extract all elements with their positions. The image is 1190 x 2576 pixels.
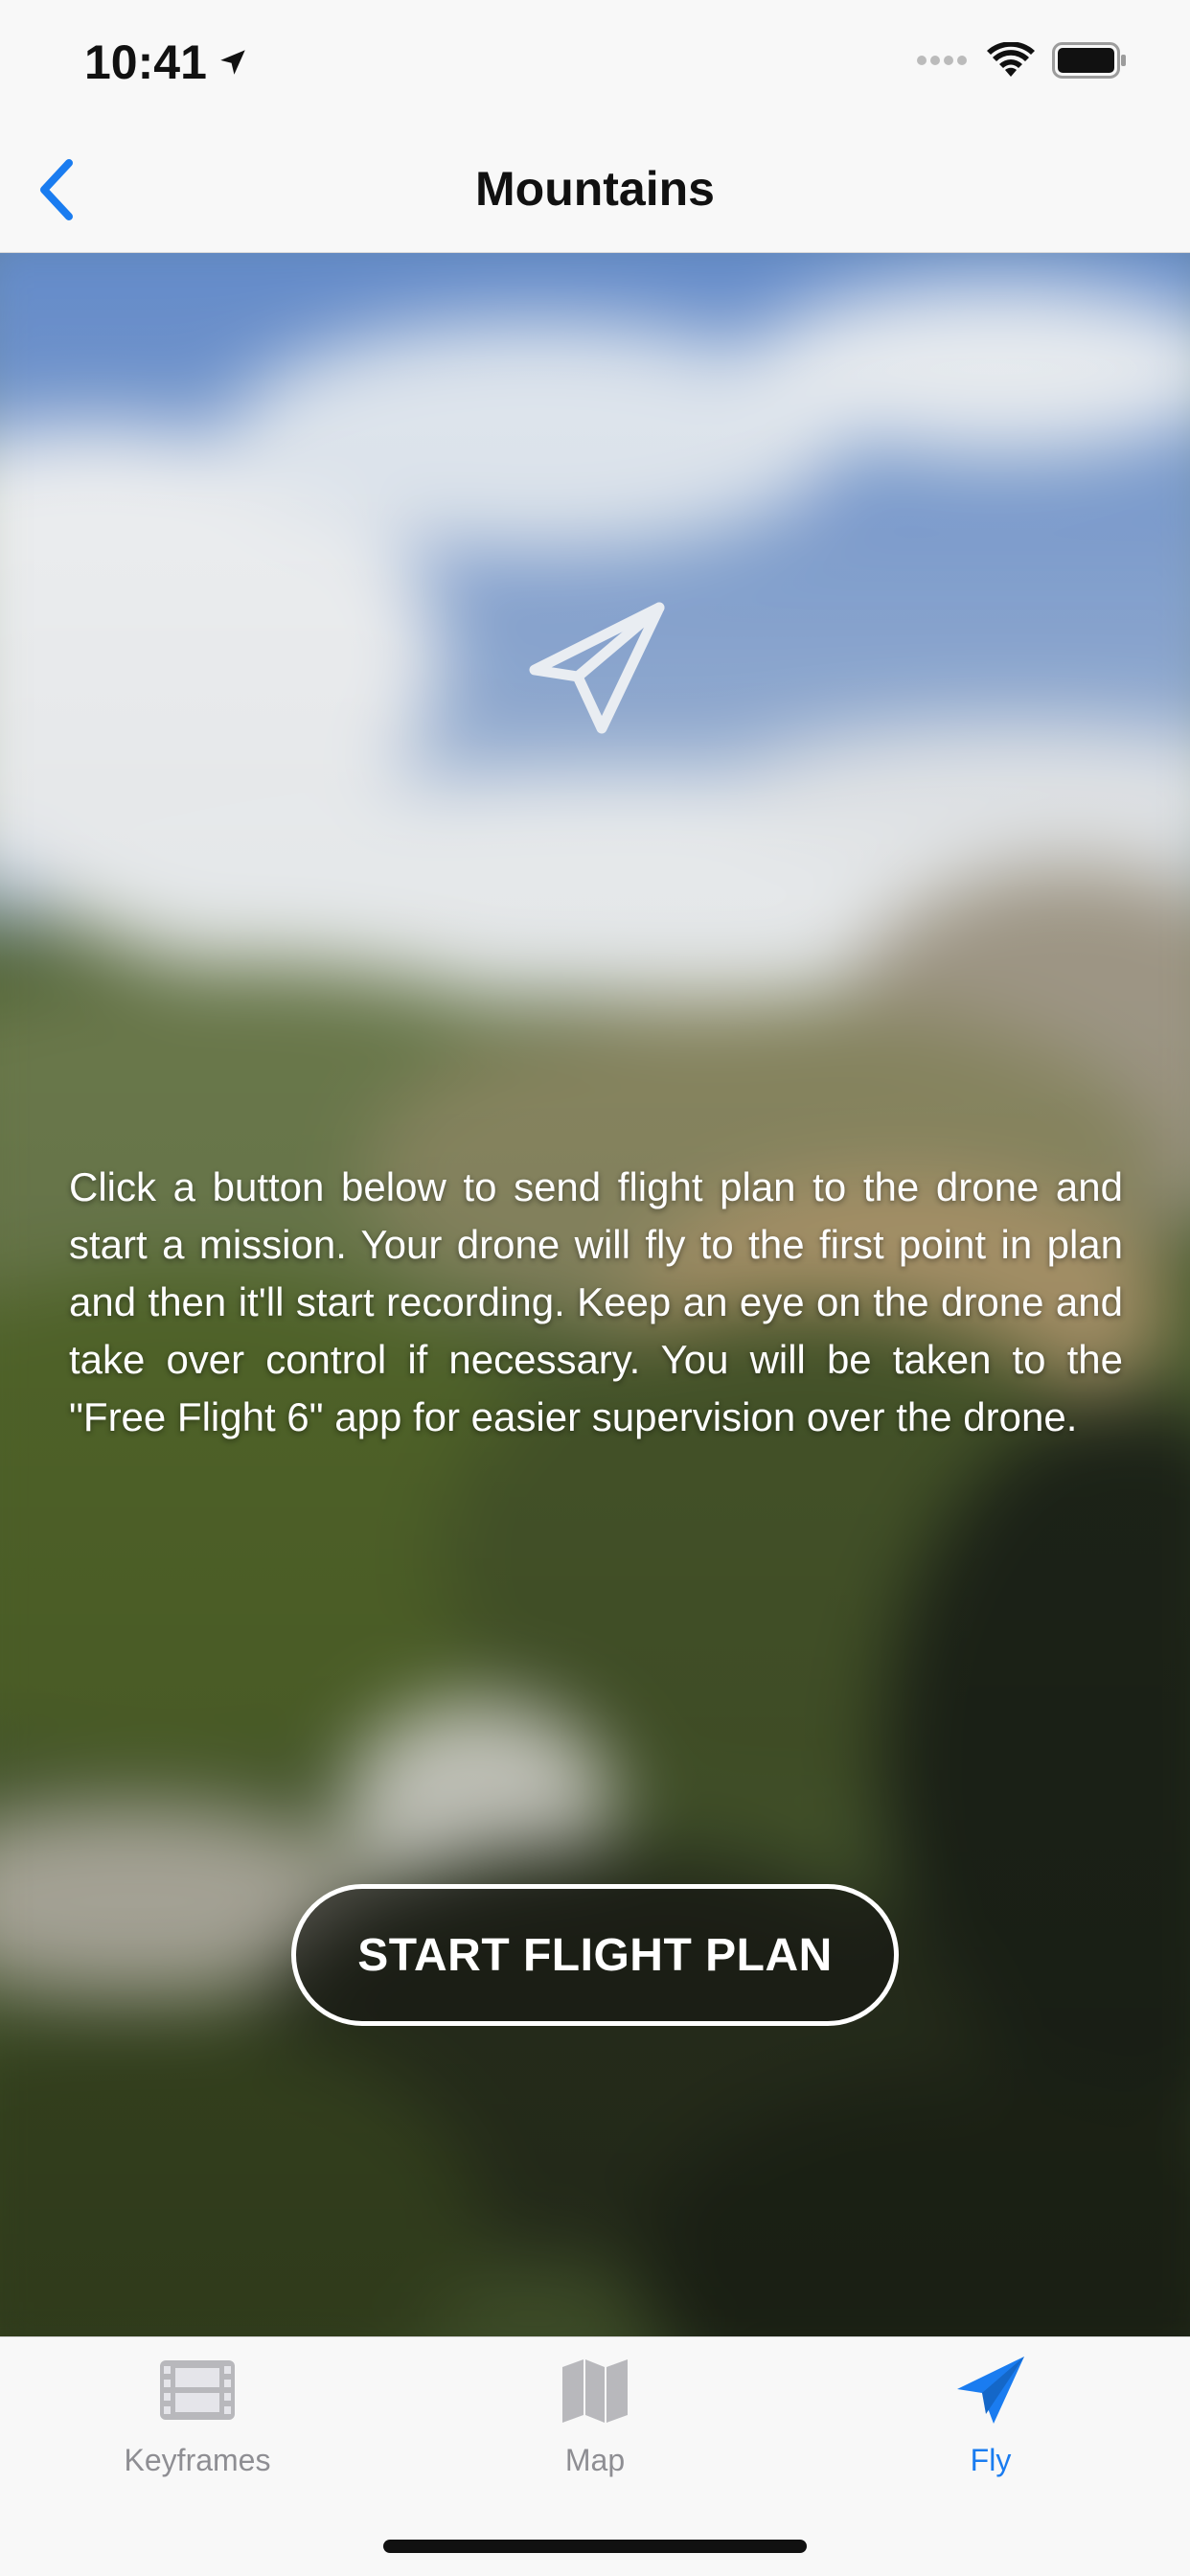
navigation-bar: Mountains (0, 125, 1190, 253)
wifi-icon (987, 42, 1035, 77)
tab-map[interactable]: Map (470, 2347, 720, 2500)
status-bar: 10:41 (0, 0, 1190, 125)
hero-area: Click a button below to send flight plan… (0, 253, 1190, 2336)
start-flight-plan-button[interactable]: START FLIGHT PLAN (291, 1884, 899, 2026)
tab-keyframes[interactable]: Keyframes (73, 2347, 322, 2500)
page-title: Mountains (475, 162, 715, 216)
home-indicator[interactable] (383, 2540, 807, 2553)
tab-label: Fly (970, 2443, 1012, 2477)
status-indicators (916, 42, 1127, 79)
instructions-text: Click a button below to send flight plan… (69, 1164, 1123, 1439)
tab-label: Keyframes (124, 2443, 271, 2477)
tab-bar: Keyframes Map Fly (0, 2336, 1190, 2576)
paper-plane-icon (948, 2347, 1034, 2433)
paper-plane-icon (529, 602, 665, 734)
status-time-text: 10:41 (84, 35, 207, 89)
tab-label: Map (564, 2443, 626, 2477)
tab-fly[interactable]: Fly (866, 2347, 1115, 2500)
film-icon (154, 2347, 240, 2433)
battery-icon (1052, 42, 1126, 79)
screen: 10:41 Mountains Click a button below to … (0, 0, 1190, 2576)
cellular-dots-icon (917, 56, 967, 65)
location-arrow-icon (220, 50, 245, 75)
status-time: 10:41 (84, 34, 249, 90)
map-icon (552, 2347, 638, 2433)
